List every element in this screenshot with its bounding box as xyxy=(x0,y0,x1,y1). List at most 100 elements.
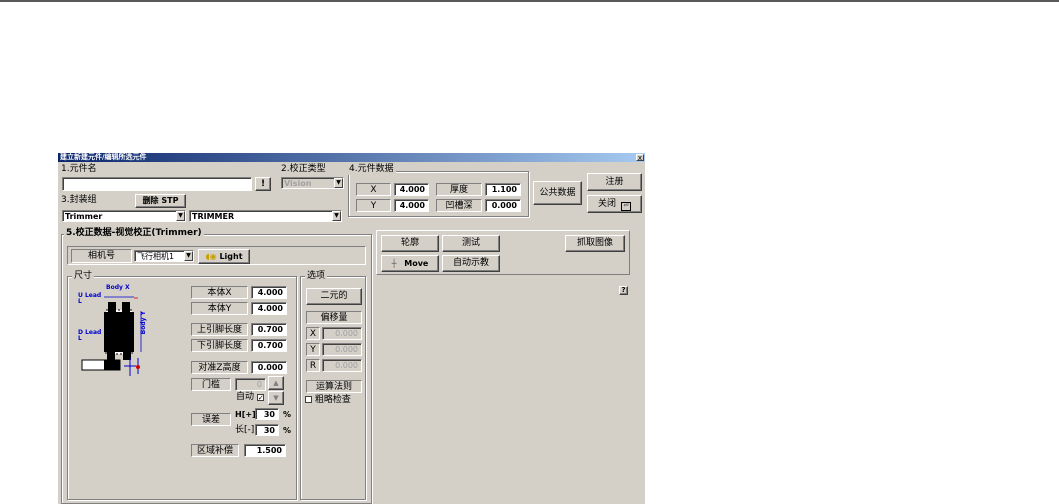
area-compensation-label: 区域补偿 xyxy=(191,444,239,457)
size-group: 尺寸 Body X U Lead L Body Y D Lead L 本体X 4… xyxy=(67,271,297,500)
outline-button[interactable]: 轮廓 xyxy=(381,235,439,252)
title-bar: 建立新建元件/编辑所选元件 x xyxy=(58,153,645,162)
camera-row: 相机号 飞行相机1 ▼ ◖◉ Light xyxy=(67,246,366,265)
h-percent-unit: % xyxy=(283,410,292,419)
body-x-label: 本体X xyxy=(191,286,248,299)
length-minus-field[interactable]: 30 xyxy=(255,424,279,436)
thickness-label: 厚度 xyxy=(436,183,482,196)
vision-panel: 轮廓 测试 抓取图像 ┼ Move 自动示教 xyxy=(376,230,630,275)
window-close-button[interactable]: x xyxy=(636,154,644,162)
length-percent-unit: % xyxy=(283,426,292,435)
offset-label: 偏移量 xyxy=(306,311,362,324)
package-group-label: 3.封装组 xyxy=(61,195,97,205)
chevron-down-icon: ▼ xyxy=(184,251,193,261)
y-value-field[interactable]: 4.000 xyxy=(394,199,429,212)
body-y-label: 本体Y xyxy=(191,302,248,315)
move-crosshair-icon: ┼ xyxy=(391,259,397,268)
calibration-type-label: 2.校正类型 xyxy=(281,164,326,174)
camera-select[interactable]: 飞行相机1 ▼ xyxy=(134,250,194,262)
y-label: Y xyxy=(356,199,391,212)
h-plus-label: H[+] xyxy=(235,410,256,419)
move-label: Move xyxy=(404,259,429,268)
upper-lead-length-label: 上引脚长度 xyxy=(191,323,248,336)
light-button[interactable]: ◖◉ Light xyxy=(198,249,250,264)
auto-teach-button[interactable]: 自动示教 xyxy=(442,255,500,272)
upper-lead-length-field[interactable]: 0.700 xyxy=(251,323,287,336)
calibration-data-group: 5.校正数据-视觉校正(Trimmer) 相机号 飞行相机1 ▼ ◖◉ Ligh… xyxy=(61,228,372,504)
threshold-down-button[interactable]: ▼ xyxy=(268,391,284,405)
diagram-u-lead-l-label: L xyxy=(78,298,82,305)
package-value: Trimmer xyxy=(65,212,103,221)
rough-check-checkbox[interactable]: 粗略检查 xyxy=(305,395,351,406)
binary-button[interactable]: 二元的 xyxy=(306,288,362,305)
close-key-icon: ⏎ xyxy=(620,202,631,211)
component-name-picker-button[interactable]: ! xyxy=(255,177,271,191)
close-label: 关闭 xyxy=(598,199,617,209)
common-data-button[interactable]: 公共数据 xyxy=(533,181,582,205)
component-data-label: 4.元件数据 xyxy=(347,164,396,175)
auto-label: 自动 xyxy=(236,392,255,402)
thickness-field[interactable]: 1.100 xyxy=(485,183,521,196)
diagram-body-x-label: Body X xyxy=(106,284,130,291)
camera-value: 飞行相机1 xyxy=(137,252,175,261)
h-plus-field[interactable]: 30 xyxy=(255,408,279,420)
calibration-data-label: 5.校正数据-视觉校正(Trimmer) xyxy=(64,228,204,239)
threshold-label: 门槛 xyxy=(191,378,231,391)
side-view-diagram xyxy=(81,358,140,376)
move-button[interactable]: ┼ Move xyxy=(381,255,439,272)
light-bulb-icon: ◖◉ xyxy=(205,252,217,261)
error-label: 误差 xyxy=(191,413,231,426)
length-minus-label: 长[-] xyxy=(235,425,255,435)
offset-x-label: X xyxy=(306,327,320,340)
alignment-z-height-field[interactable]: 0.000 xyxy=(251,361,287,374)
package-select[interactable]: Trimmer ▼ xyxy=(62,210,186,222)
algorithm-label: 运算法则 xyxy=(306,380,362,393)
component-data-group: 4.元件数据 X 4.000 厚度 1.100 Y 4.000 凹槽深 0.00… xyxy=(347,164,529,217)
component-name-input[interactable] xyxy=(62,177,252,191)
alignment-z-height-label: 对准Z高度 xyxy=(191,361,248,374)
diagram-d-lead-l-label: L xyxy=(78,335,82,342)
auto-checkbox[interactable]: 自动 ✓ xyxy=(236,392,264,403)
camera-number-label: 相机号 xyxy=(71,249,132,263)
rough-check-box-icon xyxy=(305,396,312,403)
chevron-down-icon: ▼ xyxy=(332,211,341,221)
calibration-type-select[interactable]: Vision ▼ xyxy=(281,177,344,189)
chevron-down-icon: ▼ xyxy=(334,178,343,188)
options-group: 选项 二元的 偏移量 X 0.000 Y 0.000 R 0.000 运算法则 … xyxy=(300,271,366,500)
options-label: 选项 xyxy=(305,271,328,282)
area-compensation-field[interactable]: 1.500 xyxy=(244,444,286,457)
chevron-down-icon: ▼ xyxy=(176,211,185,221)
offset-y-field[interactable]: 0.000 xyxy=(322,343,362,356)
test-button[interactable]: 测试 xyxy=(442,235,500,252)
offset-x-field[interactable]: 0.000 xyxy=(322,327,362,340)
light-label: Light xyxy=(219,252,243,261)
lower-lead-length-field[interactable]: 0.700 xyxy=(251,339,287,352)
capture-image-button[interactable]: 抓取图像 xyxy=(565,235,625,252)
body-y-field[interactable]: 4.000 xyxy=(251,302,287,315)
offset-y-label: Y xyxy=(306,343,320,356)
x-label: X xyxy=(356,183,391,196)
package-name-select[interactable]: TRIMMER ▼ xyxy=(189,210,342,222)
offset-r-field[interactable]: 0.000 xyxy=(322,359,362,372)
register-button[interactable]: 注册 xyxy=(587,173,642,191)
top-divider-line xyxy=(0,0,1059,2)
calibration-type-value: Vision xyxy=(284,179,312,188)
component-name-label: 1.元件名 xyxy=(61,164,97,174)
threshold-up-button[interactable]: ▲ xyxy=(268,376,284,390)
auto-check-icon: ✓ xyxy=(256,394,264,402)
package-name-value: TRIMMER xyxy=(192,212,235,221)
close-button[interactable]: 关闭 ⏎ xyxy=(587,195,642,213)
lower-lead-length-label: 下引脚长度 xyxy=(191,339,248,352)
window-title: 建立新建元件/编辑所选元件 xyxy=(60,153,147,161)
offset-r-label: R xyxy=(306,359,320,372)
size-label: 尺寸 xyxy=(72,271,95,282)
help-icon[interactable]: ? xyxy=(619,286,628,295)
component-editor-window: 建立新建元件/编辑所选元件 x 1.元件名 ! 2.校正类型 Vision ▼ … xyxy=(57,152,645,504)
groove-depth-field[interactable]: 0.000 xyxy=(485,199,521,212)
threshold-field[interactable]: 0 xyxy=(235,378,266,391)
body-x-field[interactable]: 4.000 xyxy=(251,286,287,299)
groove-depth-label: 凹槽深 xyxy=(436,199,482,212)
diagram-body-y-label: Body Y xyxy=(140,311,147,335)
x-value-field[interactable]: 4.000 xyxy=(394,183,429,196)
delete-stp-button[interactable]: 删除 STP xyxy=(135,194,186,208)
